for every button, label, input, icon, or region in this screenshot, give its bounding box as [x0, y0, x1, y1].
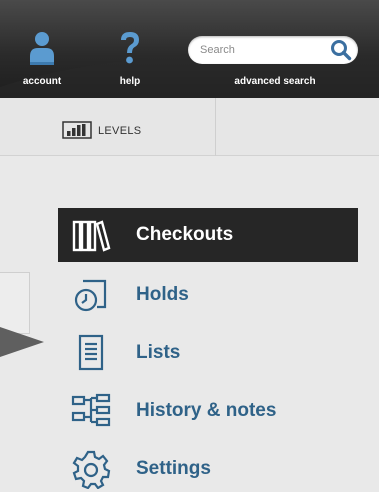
search-box: [188, 36, 358, 64]
list-icon: [64, 333, 118, 373]
menu-item-holds[interactable]: Holds: [58, 266, 358, 324]
toolbar-divider: [215, 98, 216, 156]
menu-item-label: Holds: [136, 284, 189, 305]
books-icon: [64, 215, 118, 255]
menu-item-label: Checkouts: [136, 224, 234, 245]
menu-item-lists[interactable]: Lists: [58, 324, 358, 382]
menu-item-settings[interactable]: Settings: [58, 440, 358, 492]
menu-item-label: History & notes: [136, 400, 277, 421]
user-icon: [28, 30, 56, 69]
search-input[interactable]: [200, 42, 320, 58]
account-label: account: [22, 76, 62, 87]
history-tree-icon: [64, 391, 118, 431]
help-label: help: [119, 76, 141, 87]
advanced-search-link[interactable]: advanced search: [200, 76, 350, 87]
levels-label: LEVELS: [98, 125, 142, 137]
levels-bar-chart-icon: [62, 120, 92, 142]
levels-bar: LEVELS: [0, 98, 379, 156]
gear-icon: [64, 449, 118, 489]
menu-item-label: Lists: [136, 342, 181, 363]
menu-item-label: Settings: [136, 458, 211, 479]
question-icon: [116, 30, 144, 69]
pointer-arrow-icon: [0, 325, 44, 364]
search-icon[interactable]: [330, 39, 352, 66]
clock-tablet-icon: [64, 275, 118, 315]
account-menu: Checkouts Holds Lists History & notes Se…: [58, 208, 358, 492]
help-button[interactable]: help: [100, 30, 160, 90]
menu-item-history-notes[interactable]: History & notes: [58, 382, 358, 440]
menu-item-checkouts[interactable]: Checkouts: [58, 208, 358, 262]
account-button[interactable]: account: [14, 30, 70, 90]
levels-button[interactable]: LEVELS: [62, 120, 142, 142]
